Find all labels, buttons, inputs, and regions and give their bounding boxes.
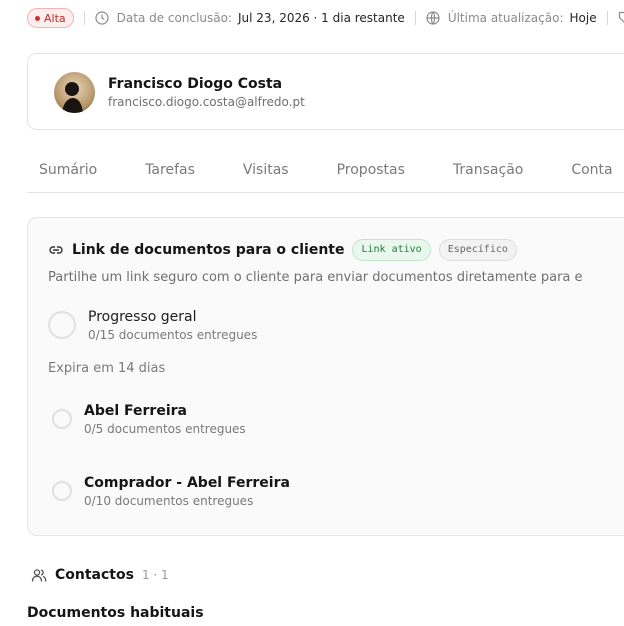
tab-bar: Sumário Tarefas Visitas Propostas Transa… xyxy=(27,162,624,193)
contact-name: Francisco Diogo Costa xyxy=(108,76,283,92)
tab-visitas[interactable]: Visitas xyxy=(243,162,289,192)
person-progress-count: 0/10 documentos entregues xyxy=(84,494,254,508)
tab-transacao[interactable]: Transação xyxy=(453,162,523,192)
person-progress-count: 0/5 documentos entregues xyxy=(84,422,246,436)
contact-card[interactable]: Francisco Diogo Costa francisco.diogo.co… xyxy=(27,53,624,130)
divider xyxy=(606,11,608,25)
usual-documents-title: Documentos habituais xyxy=(27,605,204,621)
users-icon xyxy=(31,567,47,583)
person-progress-ring xyxy=(52,409,72,429)
clock-icon xyxy=(95,11,109,25)
link-card-description: Partilhe um link seguro com o cliente pa… xyxy=(48,270,583,285)
due-date-label: Data de conclusão: xyxy=(116,11,232,25)
link-status-badge: Link ativo xyxy=(352,239,431,261)
person-name[interactable]: Abel Ferreira xyxy=(84,403,187,419)
divider xyxy=(414,11,416,25)
due-date-value: Jul 23, 2026 · 1 dia restante xyxy=(238,11,405,25)
overall-progress-count: 0/15 documentos entregues xyxy=(88,328,258,342)
contact-email[interactable]: francisco.diogo.costa@alfredo.pt xyxy=(108,95,305,109)
avatar xyxy=(54,72,95,113)
contacts-title: Contactos xyxy=(55,567,134,583)
person-name[interactable]: Comprador - Abel Ferreira xyxy=(84,475,290,491)
divider xyxy=(83,11,85,25)
tab-conta[interactable]: Conta xyxy=(571,162,612,192)
link-card-title: Link de documentos para o cliente xyxy=(72,242,345,258)
overall-progress-ring xyxy=(48,311,76,339)
contacts-count: 1 · 1 xyxy=(141,568,169,582)
priority-badge: Alta xyxy=(27,8,74,28)
tab-tarefas[interactable]: Tarefas xyxy=(145,162,195,192)
link-card-header: Link de documentos para o cliente Link a… xyxy=(48,239,517,261)
priority-label: Alta xyxy=(44,11,66,25)
last-updated-value: Hoje xyxy=(569,11,597,25)
tab-sumario[interactable]: Sumário xyxy=(39,162,97,192)
link-icon xyxy=(48,242,64,258)
tag-icon xyxy=(618,11,624,25)
contacts-section-header[interactable]: Contactos 1 · 1 xyxy=(31,567,169,583)
link-expiry: Expira em 14 dias xyxy=(48,361,166,376)
client-documents-link-card: Link de documentos para o cliente Link a… xyxy=(27,217,624,536)
person-progress-ring xyxy=(52,481,72,501)
overall-progress-title: Progresso geral xyxy=(88,309,197,325)
priority-dot-icon xyxy=(35,15,40,21)
link-type-badge: Específico xyxy=(438,239,517,261)
tab-propostas[interactable]: Propostas xyxy=(337,162,405,192)
last-updated-label: Última atualização: xyxy=(447,11,564,25)
globe-icon xyxy=(426,11,440,25)
task-meta-bar: Alta Data de conclusão: Jul 23, 2026 · 1… xyxy=(27,8,624,28)
